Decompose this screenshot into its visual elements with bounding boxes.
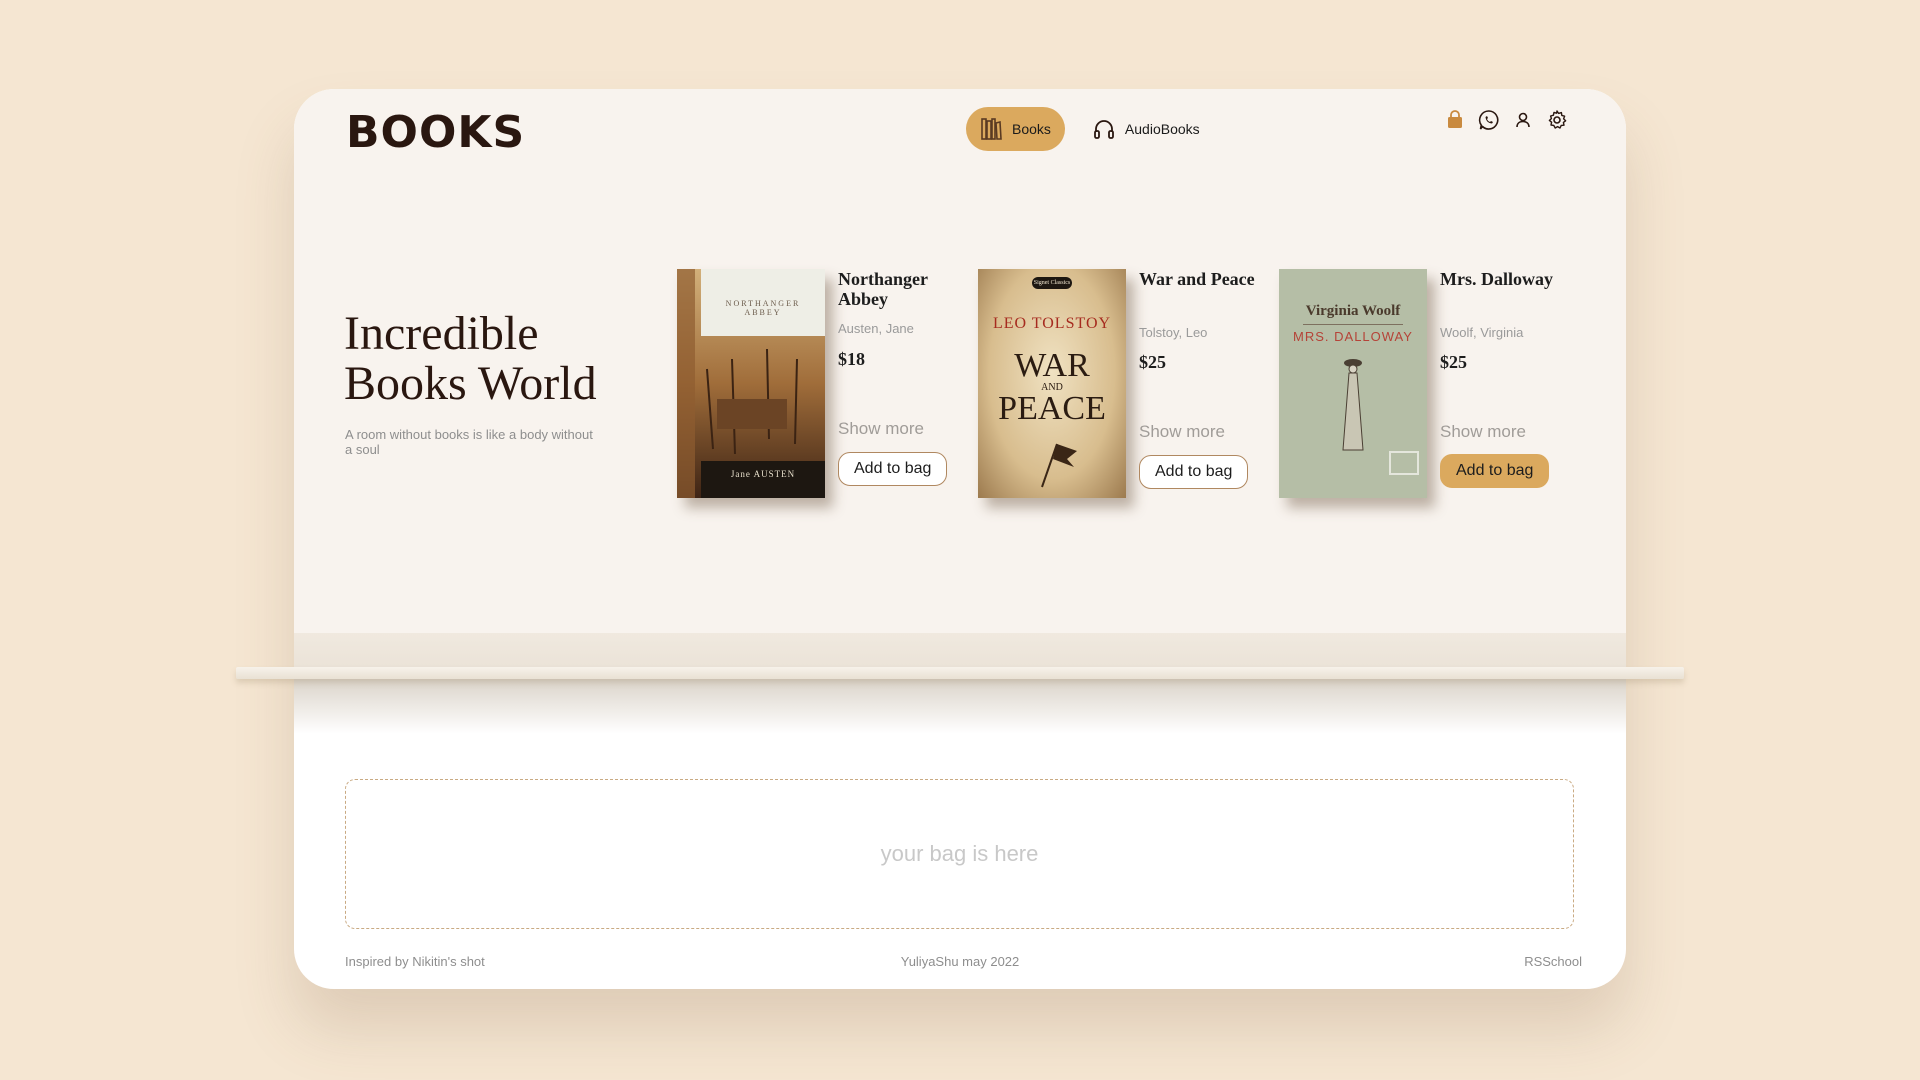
footer-school-link[interactable]: RSSchool (1524, 954, 1582, 969)
bookshelf-icon (980, 117, 1002, 141)
shelf-shadow (294, 679, 1626, 734)
books-logo[interactable]: BOOKS (346, 107, 525, 158)
cover-author-text: LEO TOLSTOY (992, 315, 1112, 332)
book-title[interactable]: Northanger Abbey (838, 269, 963, 309)
headphones-icon (1093, 118, 1115, 140)
book-card-northanger-abbey: NORTHANGER ABBEY Jane AUSTEN Northanger … (677, 269, 967, 509)
bag-placeholder: your bag is here (880, 841, 1039, 866)
bag-drop-zone[interactable]: your bag is here (345, 779, 1574, 929)
whatsapp-icon[interactable] (1478, 109, 1500, 131)
footer-author: YuliyaShu may 2022 (900, 954, 1020, 969)
book-price: $25 (1440, 352, 1467, 372)
book-price: $18 (838, 349, 865, 369)
book-title[interactable]: War and Peace (1139, 269, 1264, 289)
user-icon[interactable] (1512, 109, 1534, 131)
tab-audiobooks[interactable]: AudioBooks (1079, 107, 1214, 151)
book-author: Austen, Jane (838, 321, 914, 336)
publisher-logo (1389, 451, 1419, 475)
cover-badge: Signet Classics (1032, 277, 1072, 289)
cover-divider (1303, 324, 1403, 325)
book-cover-war-and-peace[interactable]: Signet Classics LEO TOLSTOY WAR AND PEAC… (978, 269, 1126, 498)
shelf-board (236, 667, 1684, 679)
book-price: $25 (1139, 352, 1166, 372)
tab-books-label: Books (1012, 121, 1051, 137)
cover-author-text: Virginia Woolf (1305, 303, 1401, 319)
cover-title-text: MRS. DALLOWAY (1293, 329, 1413, 344)
app-window: BOOKS Books AudioBooks Incredible Books … (294, 89, 1626, 989)
show-more-link[interactable]: Show more (838, 419, 924, 439)
book-cover-mrs-dalloway[interactable]: Virginia Woolf MRS. DALLOWAY (1279, 269, 1427, 498)
bag-icon[interactable] (1444, 109, 1466, 131)
add-to-bag-button[interactable]: Add to bag (1139, 455, 1249, 489)
header-actions (1444, 109, 1568, 131)
cover-title-text: NORTHANGER ABBEY (725, 299, 801, 317)
hero-subtitle: A room without books is like a body with… (345, 427, 593, 457)
cover-author-text: Jane AUSTEN (730, 469, 796, 479)
tab-audiobooks-label: AudioBooks (1124, 121, 1200, 137)
book-cover-northanger-abbey[interactable]: NORTHANGER ABBEY Jane AUSTEN (677, 269, 825, 498)
main-nav: Books AudioBooks (966, 107, 1214, 151)
hero-title: Incredible Books World (344, 307, 597, 410)
add-to-bag-button[interactable]: Add to bag (1440, 454, 1550, 488)
cover-title-line3: PEACE (998, 390, 1106, 427)
tab-books[interactable]: Books (966, 107, 1065, 151)
add-to-bag-button[interactable]: Add to bag (838, 452, 948, 486)
book-card-war-and-peace: Signet Classics LEO TOLSTOY WAR AND PEAC… (978, 269, 1268, 509)
gear-icon[interactable] (1546, 109, 1568, 131)
book-card-mrs-dalloway: Virginia Woolf MRS. DALLOWAY Mrs. Dallow… (1279, 269, 1569, 509)
book-author: Woolf, Virginia (1440, 325, 1524, 340)
book-author: Tolstoy, Leo (1139, 325, 1208, 340)
show-more-link[interactable]: Show more (1139, 422, 1225, 442)
book-title[interactable]: Mrs. Dalloway (1440, 269, 1565, 289)
show-more-link[interactable]: Show more (1440, 422, 1526, 442)
cover-title-line1: WAR (1014, 347, 1090, 384)
shelf-front (294, 633, 1626, 667)
